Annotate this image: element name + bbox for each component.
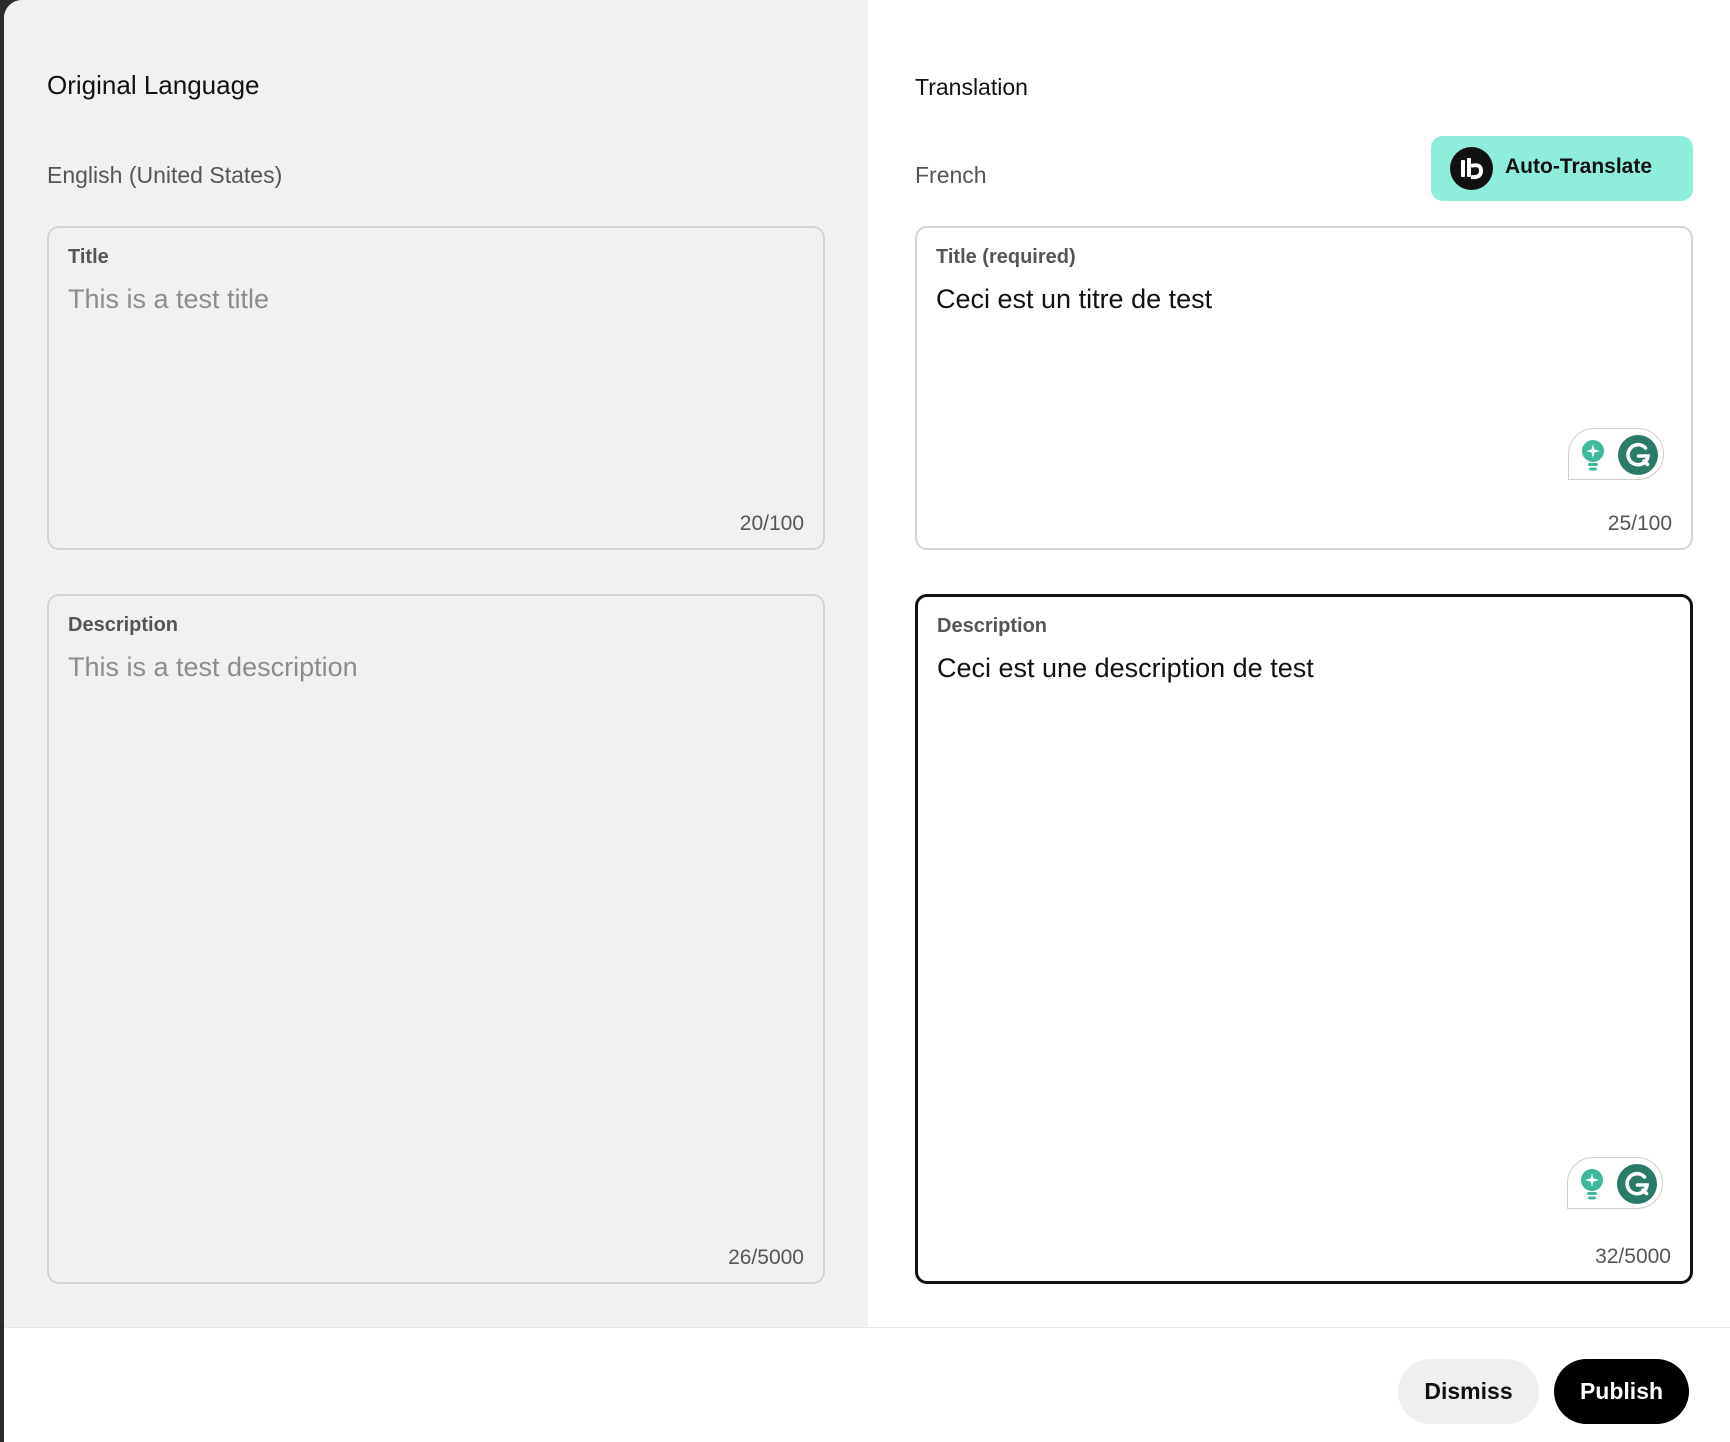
original-title-counter: 20/100 (739, 512, 804, 535)
translation-description-input[interactable]: Ceci est une description de test (937, 653, 1314, 684)
original-title-label: Title (68, 246, 109, 268)
original-description-counter: 26/5000 (728, 1246, 804, 1269)
original-title-field: Title This is a test title 20/100 (47, 226, 825, 550)
translation-title-label: Title (required) (936, 246, 1076, 268)
translation-pane: Translation French Auto-Translate Title … (868, 0, 1730, 1327)
original-language-heading: Original Language (47, 70, 260, 100)
auto-translate-logo-icon (1450, 147, 1493, 190)
translation-description-label: Description (937, 615, 1048, 637)
auto-translate-label: Auto-Translate (1505, 155, 1653, 178)
auto-translate-button[interactable]: Auto-Translate (1431, 136, 1693, 201)
bulb-icon[interactable] (1578, 1167, 1606, 1201)
original-language-name: English (United States) (47, 162, 283, 188)
translation-description-counter: 32/5000 (1595, 1245, 1671, 1268)
translation-heading: Translation (915, 74, 1028, 100)
translation-dialog: Original Language English (United States… (4, 0, 1730, 1442)
original-title-value: This is a test title (68, 284, 270, 314)
translation-language-name: French (915, 162, 987, 188)
original-description-label: Description (68, 614, 179, 636)
original-description-value: This is a test description (68, 652, 358, 682)
original-description-field: Description This is a test description 2… (47, 594, 825, 1284)
bulb-icon[interactable] (1579, 438, 1607, 472)
writing-assistant-widget[interactable] (1568, 428, 1664, 480)
dialog-footer: Dismiss Publish (4, 1327, 1730, 1442)
publish-button[interactable]: Publish (1554, 1359, 1689, 1424)
translation-title-input[interactable]: Ceci est un titre de test (936, 284, 1212, 315)
dismiss-button[interactable]: Dismiss (1398, 1359, 1539, 1424)
translation-title-counter: 25/100 (1607, 512, 1672, 535)
translation-description-field[interactable]: Description Ceci est une description de … (915, 594, 1693, 1284)
grammarly-icon[interactable] (1617, 434, 1659, 476)
translation-title-field[interactable]: Title (required) Ceci est un titre de te… (915, 226, 1693, 550)
writing-assistant-widget[interactable] (1567, 1157, 1663, 1209)
grammarly-icon[interactable] (1616, 1163, 1658, 1205)
original-language-pane: Original Language English (United States… (4, 0, 868, 1327)
